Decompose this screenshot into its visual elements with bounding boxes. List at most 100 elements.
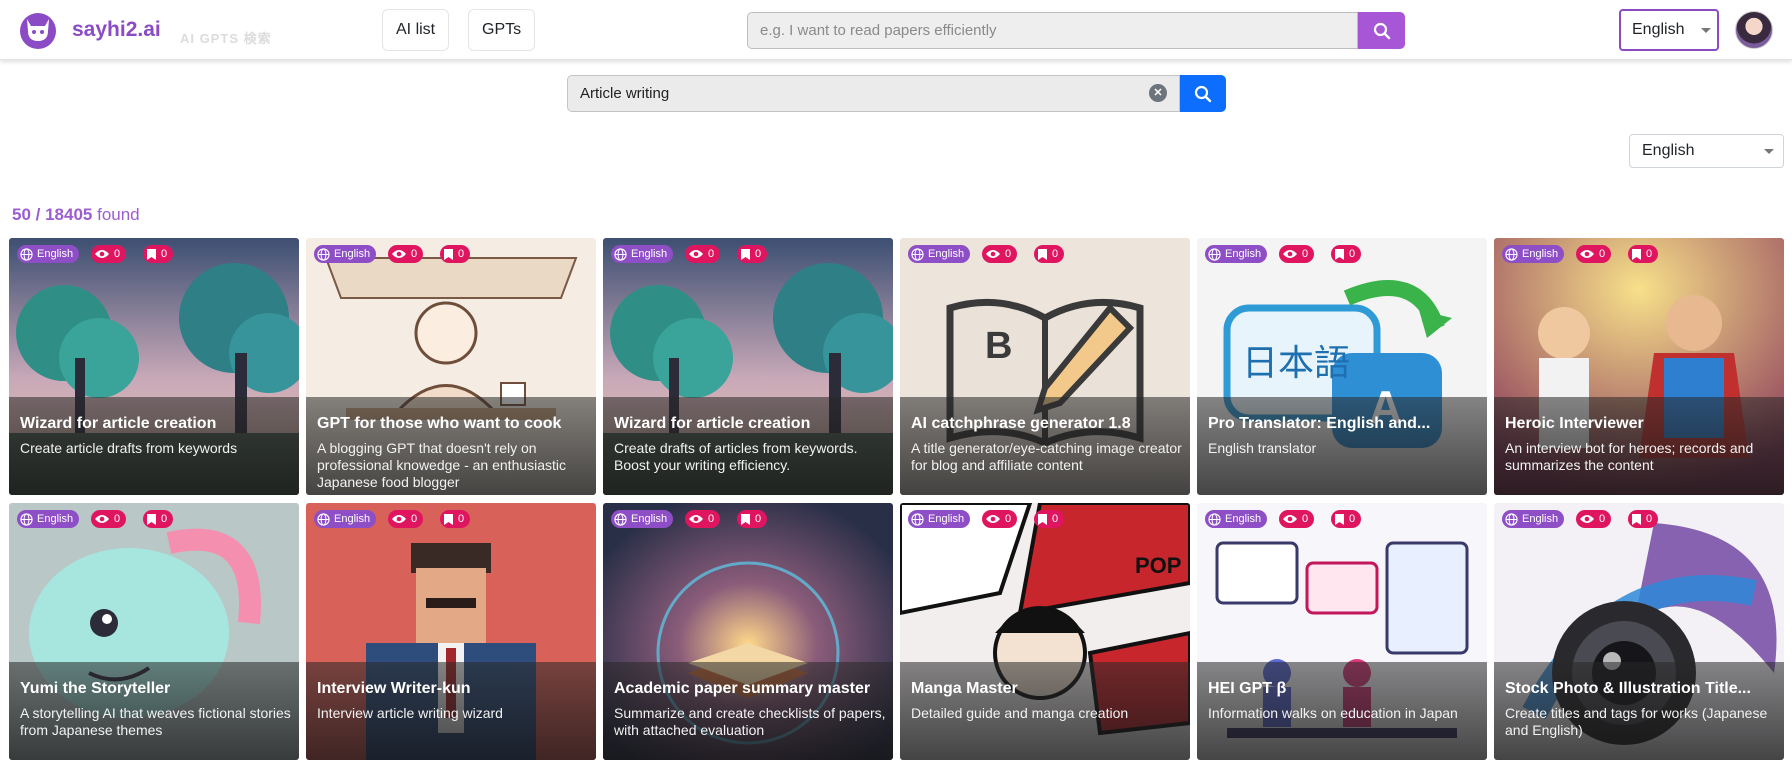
saves-badge[interactable]: 0	[1034, 510, 1065, 528]
gpt-card-2[interactable]: English 0 0 GPT for those who want to co…	[306, 238, 596, 495]
card-title[interactable]: Interview Writer-kun	[317, 680, 589, 698]
results-count: 50 / 18405 found	[12, 205, 140, 225]
globe-icon	[1208, 247, 1221, 261]
saves-badge[interactable]: 0	[1628, 510, 1659, 528]
globe-icon	[20, 512, 33, 526]
gpt-card-6[interactable]: English 0 0 Heroic Interviewer An interv…	[1494, 238, 1784, 495]
language-badge-label: English	[37, 248, 74, 260]
bookmark-icon	[147, 513, 156, 525]
saves-badge[interactable]: 0	[143, 510, 174, 528]
language-badge-label: English	[334, 248, 371, 260]
card-title[interactable]: Yumi the Storyteller	[20, 680, 292, 698]
language-badge: English	[314, 510, 377, 528]
language-badge-label: English	[1522, 248, 1559, 260]
gpt-card-8[interactable]: English 0 0 Interview Writer-kun Intervi…	[306, 503, 596, 760]
saves-badge[interactable]: 0	[737, 510, 768, 528]
views-count: 0	[708, 513, 715, 525]
views-badge: 0	[1279, 245, 1315, 263]
saves-badge[interactable]: 0	[737, 245, 768, 263]
card-title[interactable]: Academic paper summary master	[614, 680, 886, 698]
saves-badge[interactable]: 0	[1034, 245, 1065, 263]
language-badge: English	[611, 245, 674, 263]
views-count: 0	[1302, 513, 1309, 525]
user-avatar[interactable]	[1735, 11, 1773, 49]
saves-count: 0	[458, 513, 465, 525]
card-title[interactable]: HEI GPT β	[1208, 680, 1480, 698]
saves-badge[interactable]: 0	[440, 245, 471, 263]
language-filter-value: English	[1642, 142, 1695, 159]
gpt-card-3[interactable]: English 0 0 Wizard for article creation …	[603, 238, 893, 495]
card-description: A storytelling AI that weaves fictional …	[20, 705, 291, 738]
nav-gpts[interactable]: GPTs	[468, 9, 536, 51]
bookmark-icon	[1335, 513, 1344, 525]
views-badge: 0	[1279, 510, 1315, 528]
eye-icon	[392, 515, 406, 523]
gpt-card-10[interactable]: POP English 0 0 Manga Master Detailed gu…	[900, 503, 1190, 760]
card-description: Interview article writing wizard	[317, 705, 503, 721]
card-description: A title generator/eye-catching image cre…	[911, 440, 1182, 473]
views-count: 0	[1005, 248, 1012, 260]
card-title[interactable]: Wizard for article creation	[614, 415, 886, 433]
saves-count: 0	[1349, 513, 1356, 525]
saves-count: 0	[755, 248, 762, 260]
card-description: Information walks on education in Japan	[1208, 705, 1458, 721]
views-badge: 0	[685, 510, 721, 528]
card-description: Create article drafts from keywords	[20, 440, 238, 456]
bookmark-icon	[147, 248, 156, 260]
bookmark-icon	[741, 513, 750, 525]
globe-icon	[317, 512, 330, 526]
views-count: 0	[1599, 248, 1606, 260]
header-language-select[interactable]: English	[1619, 9, 1719, 51]
gpt-card-1[interactable]: English 0 0 Wizard for article creation …	[9, 238, 299, 495]
saves-badge[interactable]: 0	[1331, 510, 1362, 528]
eye-icon	[95, 250, 109, 258]
language-badge-label: English	[631, 248, 668, 260]
chevron-down-icon	[1701, 28, 1711, 33]
gpt-card-12[interactable]: English 0 0 Stock Photo & Illustration T…	[1494, 503, 1784, 760]
svg-text:POP: POP	[1135, 553, 1181, 578]
saves-count: 0	[458, 248, 465, 260]
saves-count: 0	[755, 513, 762, 525]
saves-badge[interactable]: 0	[143, 245, 174, 263]
svg-text:日本語: 日本語	[1242, 343, 1350, 384]
header-search-input[interactable]: e.g. I want to read papers efficiently	[747, 12, 1358, 49]
card-title[interactable]: Manga Master	[911, 680, 1183, 698]
saves-badge[interactable]: 0	[1628, 245, 1659, 263]
clear-search-icon[interactable]: ✕	[1149, 84, 1167, 102]
card-title[interactable]: GPT for those who want to cook	[317, 415, 589, 433]
globe-icon	[1505, 512, 1518, 526]
gpt-card-4[interactable]: B English 0 0 AI catchphrase generator 1…	[900, 238, 1190, 495]
eye-icon	[392, 250, 406, 258]
card-description: Summarize and create checklists of paper…	[614, 705, 886, 738]
language-badge: English	[611, 510, 674, 528]
gpt-card-5[interactable]: 日本語 A English 0 0 Pro Translator: Englis…	[1197, 238, 1487, 495]
globe-icon	[20, 247, 33, 261]
brand-name[interactable]: sayhi2.ai	[72, 18, 161, 42]
nav-ai-list[interactable]: AI list	[382, 9, 450, 51]
search-input[interactable]: Article writing	[567, 75, 1180, 112]
gpt-card-7[interactable]: English 0 0 Yumi the Storyteller A story…	[9, 503, 299, 760]
card-title[interactable]: Pro Translator: English and...	[1208, 415, 1480, 433]
language-badge: English	[314, 245, 377, 263]
saves-badge[interactable]: 0	[440, 510, 471, 528]
gpt-card-9[interactable]: English 0 0 Academic paper summary maste…	[603, 503, 893, 760]
card-title[interactable]: Wizard for article creation	[20, 415, 292, 433]
saves-badge[interactable]: 0	[1331, 245, 1362, 263]
sayhi-logo-icon[interactable]	[18, 11, 58, 49]
language-badge: English	[17, 510, 80, 528]
card-title[interactable]: Stock Photo & Illustration Title...	[1505, 680, 1777, 698]
views-badge: 0	[91, 245, 127, 263]
language-badge-label: English	[1225, 513, 1262, 525]
card-title[interactable]: AI catchphrase generator 1.8	[911, 415, 1183, 433]
views-count: 0	[114, 248, 121, 260]
header-search-button[interactable]	[1358, 12, 1405, 49]
language-badge-label: English	[928, 513, 965, 525]
search-button[interactable]	[1180, 75, 1226, 112]
saves-count: 0	[1349, 248, 1356, 260]
language-badge-label: English	[37, 513, 74, 525]
language-badge: English	[17, 245, 80, 263]
globe-icon	[1505, 247, 1518, 261]
language-filter-select[interactable]: English	[1629, 134, 1784, 168]
card-title[interactable]: Heroic Interviewer	[1505, 415, 1777, 433]
gpt-card-11[interactable]: English 0 0 HEI GPT β Information walks …	[1197, 503, 1487, 760]
